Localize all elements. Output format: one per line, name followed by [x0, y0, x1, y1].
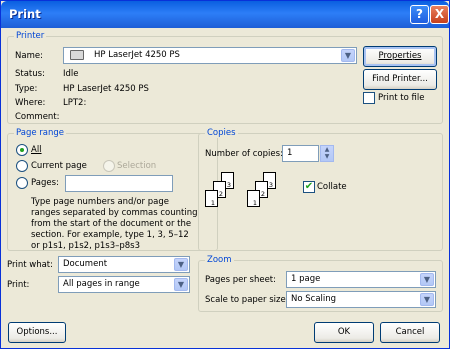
dialog-title: Print — [9, 7, 41, 21]
radio-selection-label: Selection — [117, 161, 157, 171]
page-range-help-1: Type page numbers and/or page — [31, 197, 169, 207]
chevron-down-icon[interactable]: ▼ — [341, 49, 355, 62]
print-what-label: Print what: — [7, 260, 53, 270]
ok-button[interactable]: OK — [314, 322, 374, 343]
collate-checkbox[interactable]: ✔ — [303, 181, 315, 193]
copies-legend: Copies — [205, 128, 238, 138]
page-range-help-4: section. For example, type 1, 3, 5–12 — [31, 230, 189, 240]
scale-to-paper-size-select[interactable]: No Scaling ▼ — [286, 291, 436, 308]
where-value: LPT2: — [63, 98, 87, 108]
page-range-legend: Page range — [14, 128, 66, 138]
comment-label: Comment: — [15, 112, 60, 122]
collate-page: 1 — [205, 190, 218, 207]
where-label: Where: — [15, 98, 46, 108]
status-value: Idle — [63, 69, 79, 79]
print-to-file-label: Print to file — [378, 93, 425, 103]
print-to-file-checkbox[interactable] — [363, 92, 375, 104]
help-icon: ? — [416, 7, 423, 21]
radio-current-page-label: Current page — [31, 161, 87, 171]
printer-legend: Printer — [14, 31, 47, 41]
pages-per-sheet-label: Pages per sheet: — [205, 275, 277, 285]
help-button[interactable]: ? — [410, 5, 429, 24]
properties-button[interactable]: Properties — [363, 46, 437, 67]
radio-all[interactable] — [16, 144, 28, 156]
type-label: Type: — [15, 84, 38, 94]
pages-per-sheet-select[interactable]: 1 page ▼ — [286, 271, 436, 288]
chevron-down-icon[interactable]: ▼ — [174, 278, 188, 291]
page-range-help-3: from the start of the document or the — [31, 219, 192, 229]
copies-spinner[interactable]: ▲ ▼ — [320, 145, 334, 162]
radio-selection[interactable] — [103, 160, 115, 172]
page-range-help-2: ranges separated by commas counting — [31, 208, 198, 218]
spin-down-icon[interactable]: ▼ — [321, 153, 333, 160]
print-what-select[interactable]: Document ▼ — [58, 256, 190, 273]
chevron-down-icon[interactable]: ▼ — [420, 293, 434, 306]
spin-up-icon[interactable]: ▲ — [321, 146, 333, 153]
printer-name-select[interactable]: HP LaserJet 4250 PS ▼ — [63, 47, 357, 64]
radio-pages[interactable] — [16, 177, 28, 189]
pages-input[interactable] — [65, 175, 173, 192]
find-printer-button[interactable]: Find Printer... — [363, 69, 437, 90]
printer-name-label: Name: — [15, 51, 43, 61]
collate-label: Collate — [317, 182, 347, 192]
cancel-button[interactable]: Cancel — [380, 322, 440, 343]
radio-current-page[interactable] — [16, 160, 28, 172]
print-select[interactable]: All pages in range ▼ — [58, 276, 190, 293]
zoom-legend: Zoom — [205, 255, 234, 265]
page-range-help-5: or p1s1, p1s2, p1s3–p8s3 — [31, 241, 141, 251]
radio-pages-label: Pages: — [31, 178, 59, 188]
type-value: HP LaserJet 4250 PS — [63, 84, 149, 94]
title-bar[interactable]: Print ? X — [1, 1, 449, 28]
chevron-down-icon[interactable]: ▼ — [420, 273, 434, 286]
radio-all-label: All — [31, 145, 42, 155]
close-icon: X — [434, 7, 445, 21]
print-dialog: Print ? X Printer Name: HP LaserJet 4250… — [0, 0, 450, 349]
options-button[interactable]: Options... — [8, 322, 66, 343]
number-of-copies-input[interactable]: 1 — [282, 145, 319, 162]
chevron-down-icon[interactable]: ▼ — [174, 258, 188, 271]
collate-page: 1 — [247, 190, 260, 207]
status-label: Status: — [15, 69, 45, 79]
scale-to-paper-size-label: Scale to paper size: — [205, 295, 289, 305]
close-button[interactable]: X — [430, 5, 449, 24]
print-label: Print: — [7, 280, 30, 290]
printer-icon — [70, 50, 84, 60]
number-of-copies-label: Number of copies: — [205, 149, 283, 159]
printer-name-value: HP LaserJet 4250 PS — [94, 50, 180, 60]
